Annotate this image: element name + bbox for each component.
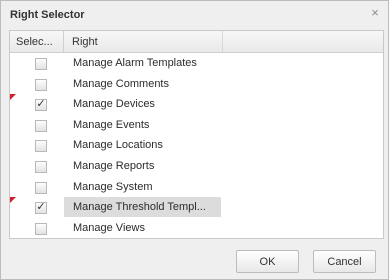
checkmark-icon: ✓ <box>36 201 46 214</box>
row-label: Manage Devices <box>73 98 155 111</box>
dialog-title: Right Selector <box>10 9 85 21</box>
row-checkbox[interactable] <box>35 160 47 173</box>
row-checkbox[interactable] <box>35 222 47 235</box>
column-header-right-label: Right <box>72 36 98 48</box>
dialog-titlebar[interactable]: Right Selector × <box>1 1 388 29</box>
grid-header: Selec... Right <box>10 31 383 53</box>
table-row[interactable]: ✓ Manage Threshold Templ... <box>10 197 383 218</box>
table-row[interactable]: Manage Views <box>10 218 383 238</box>
checkmark-icon: ✓ <box>36 98 46 111</box>
table-row[interactable]: Manage Locations <box>10 135 383 156</box>
column-header-right[interactable]: Right <box>64 31 223 52</box>
row-checkbox[interactable] <box>35 78 47 91</box>
row-label: Manage Reports <box>73 159 155 172</box>
table-row[interactable]: ✓ Manage Devices <box>10 94 383 115</box>
ok-button[interactable]: OK <box>236 250 299 273</box>
close-icon[interactable]: × <box>368 6 382 21</box>
grid-rows: Manage Alarm Templates Manage Comments ✓ Ma… <box>10 53 383 238</box>
table-row[interactable]: Manage Comments <box>10 74 383 95</box>
row-checkbox[interactable] <box>35 119 47 132</box>
row-label: Manage Locations <box>73 139 163 152</box>
row-checkbox[interactable]: ✓ <box>35 98 47 112</box>
column-header-select-label: Selec... <box>16 36 53 48</box>
row-checkbox[interactable] <box>35 181 47 194</box>
cancel-button[interactable]: Cancel <box>313 250 376 273</box>
row-label: Manage Alarm Templates <box>73 57 197 69</box>
right-selector-dialog: Right Selector × Selec... Right Manage A… <box>0 0 389 280</box>
row-checkbox[interactable] <box>35 140 47 153</box>
dirty-marker-icon <box>10 197 16 204</box>
dirty-marker-icon <box>10 94 16 101</box>
row-label: Manage Comments <box>73 77 169 90</box>
row-label: Manage Threshold Templ... <box>64 197 221 218</box>
column-header-select[interactable]: Selec... <box>10 31 64 52</box>
table-row[interactable]: Manage Reports <box>10 156 383 177</box>
rights-grid: Selec... Right Manage Alarm Templates Man… <box>9 30 384 239</box>
table-row[interactable]: Manage Events <box>10 115 383 136</box>
table-row[interactable]: Manage System <box>10 177 383 198</box>
row-checkbox[interactable] <box>35 58 47 70</box>
row-label: Manage Events <box>73 118 150 131</box>
table-row[interactable]: Manage Alarm Templates <box>10 53 383 74</box>
row-checkbox[interactable]: ✓ <box>35 201 47 215</box>
row-label: Manage Views <box>73 221 145 234</box>
row-label: Manage System <box>73 180 153 193</box>
